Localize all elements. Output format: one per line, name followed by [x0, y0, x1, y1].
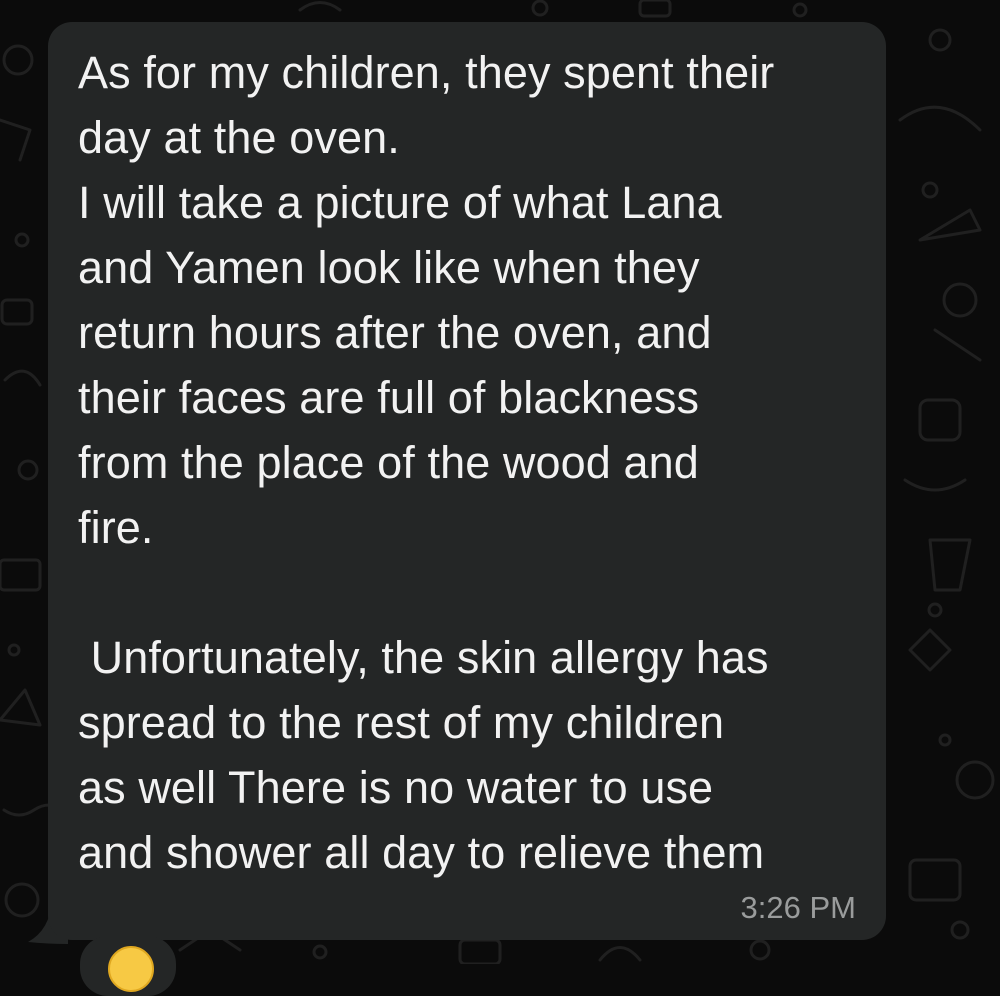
- next-message-bubble[interactable]: [80, 936, 176, 996]
- message-line: as well There is no water to use: [78, 762, 714, 813]
- message-line: fire.: [78, 502, 154, 553]
- emoji-face-icon: [108, 946, 154, 992]
- message-bubble[interactable]: As for my children, they spent their day …: [48, 22, 886, 940]
- message-line: [78, 560, 868, 625]
- message-line: from the place of the wood and: [78, 437, 699, 488]
- message-timestamp: 3:26 PM: [740, 890, 856, 925]
- message-line: their faces are full of blackness: [78, 372, 700, 423]
- message-text: As for my children, they spent their day …: [78, 40, 868, 885]
- message-line: and Yamen look like when they: [78, 242, 700, 293]
- message-line: I will take a picture of what Lana: [78, 177, 722, 228]
- message-line: Unfortunately, the skin allergy has: [78, 632, 769, 683]
- message-line: spread to the rest of my children: [78, 697, 725, 748]
- message-line: return hours after the oven, and: [78, 307, 712, 358]
- message-line: As for my children, they spent their: [78, 47, 775, 98]
- message-line: day at the oven.: [78, 112, 400, 163]
- message-line: and shower all day to relieve them: [78, 827, 765, 878]
